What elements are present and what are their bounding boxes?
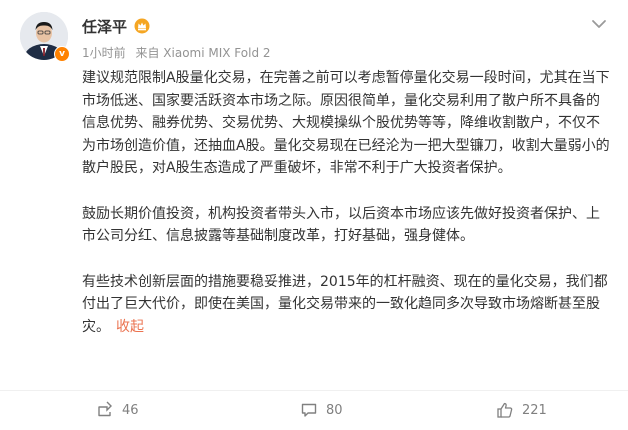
- divider: [0, 390, 628, 391]
- chevron-down-icon: [592, 20, 606, 28]
- repost-button[interactable]: 46: [96, 396, 139, 424]
- post-time[interactable]: 1小时前: [82, 46, 126, 60]
- verified-badge: v: [54, 46, 70, 62]
- post-source: 来自 Xiaomi MIX Fold 2: [135, 46, 271, 60]
- post-paragraph-3-text: 有些技术创新层面的措施要稳妥推进，2015年的杠杆融资、现在的量化交易，我们都付…: [82, 273, 608, 335]
- crown-icon[interactable]: [134, 18, 150, 34]
- repost-icon: [98, 401, 112, 417]
- like-button[interactable]: 221: [496, 396, 547, 424]
- comment-count: 80: [326, 402, 343, 418]
- more-options-button[interactable]: [588, 14, 610, 34]
- post-paragraph-1: 建议规范限制A股量化交易，在完善之前可以考虑暂停量化交易一段时间，尤其在当下市场…: [82, 70, 610, 176]
- comment-button[interactable]: 80: [300, 396, 343, 424]
- comment-icon: [301, 403, 317, 417]
- author-name[interactable]: 任泽平: [82, 16, 127, 37]
- post-paragraph-3: 有些技术创新层面的措施要稳妥推进，2015年的杠杆融资、现在的量化交易，我们都付…: [82, 271, 612, 339]
- post-header: v 任泽平 1小时前 来自 Xiaomi MIX Fold 2: [20, 10, 610, 66]
- post-meta: 1小时前 来自 Xiaomi MIX Fold 2: [82, 44, 271, 61]
- collapse-link[interactable]: 收起: [116, 319, 144, 335]
- like-count: 221: [522, 402, 547, 418]
- action-bar: 46 80 221: [0, 396, 628, 424]
- post-paragraph-2: 鼓励长期价值投资，机构投资者带头入市，以后资本市场应该先做好投资者保护、上市公司…: [82, 205, 600, 245]
- post-content: 建议规范限制A股量化交易，在完善之前可以考虑暂停量化交易一段时间，尤其在当下市场…: [82, 67, 612, 361]
- thumbs-up-icon: [497, 402, 513, 418]
- repost-count: 46: [122, 402, 139, 418]
